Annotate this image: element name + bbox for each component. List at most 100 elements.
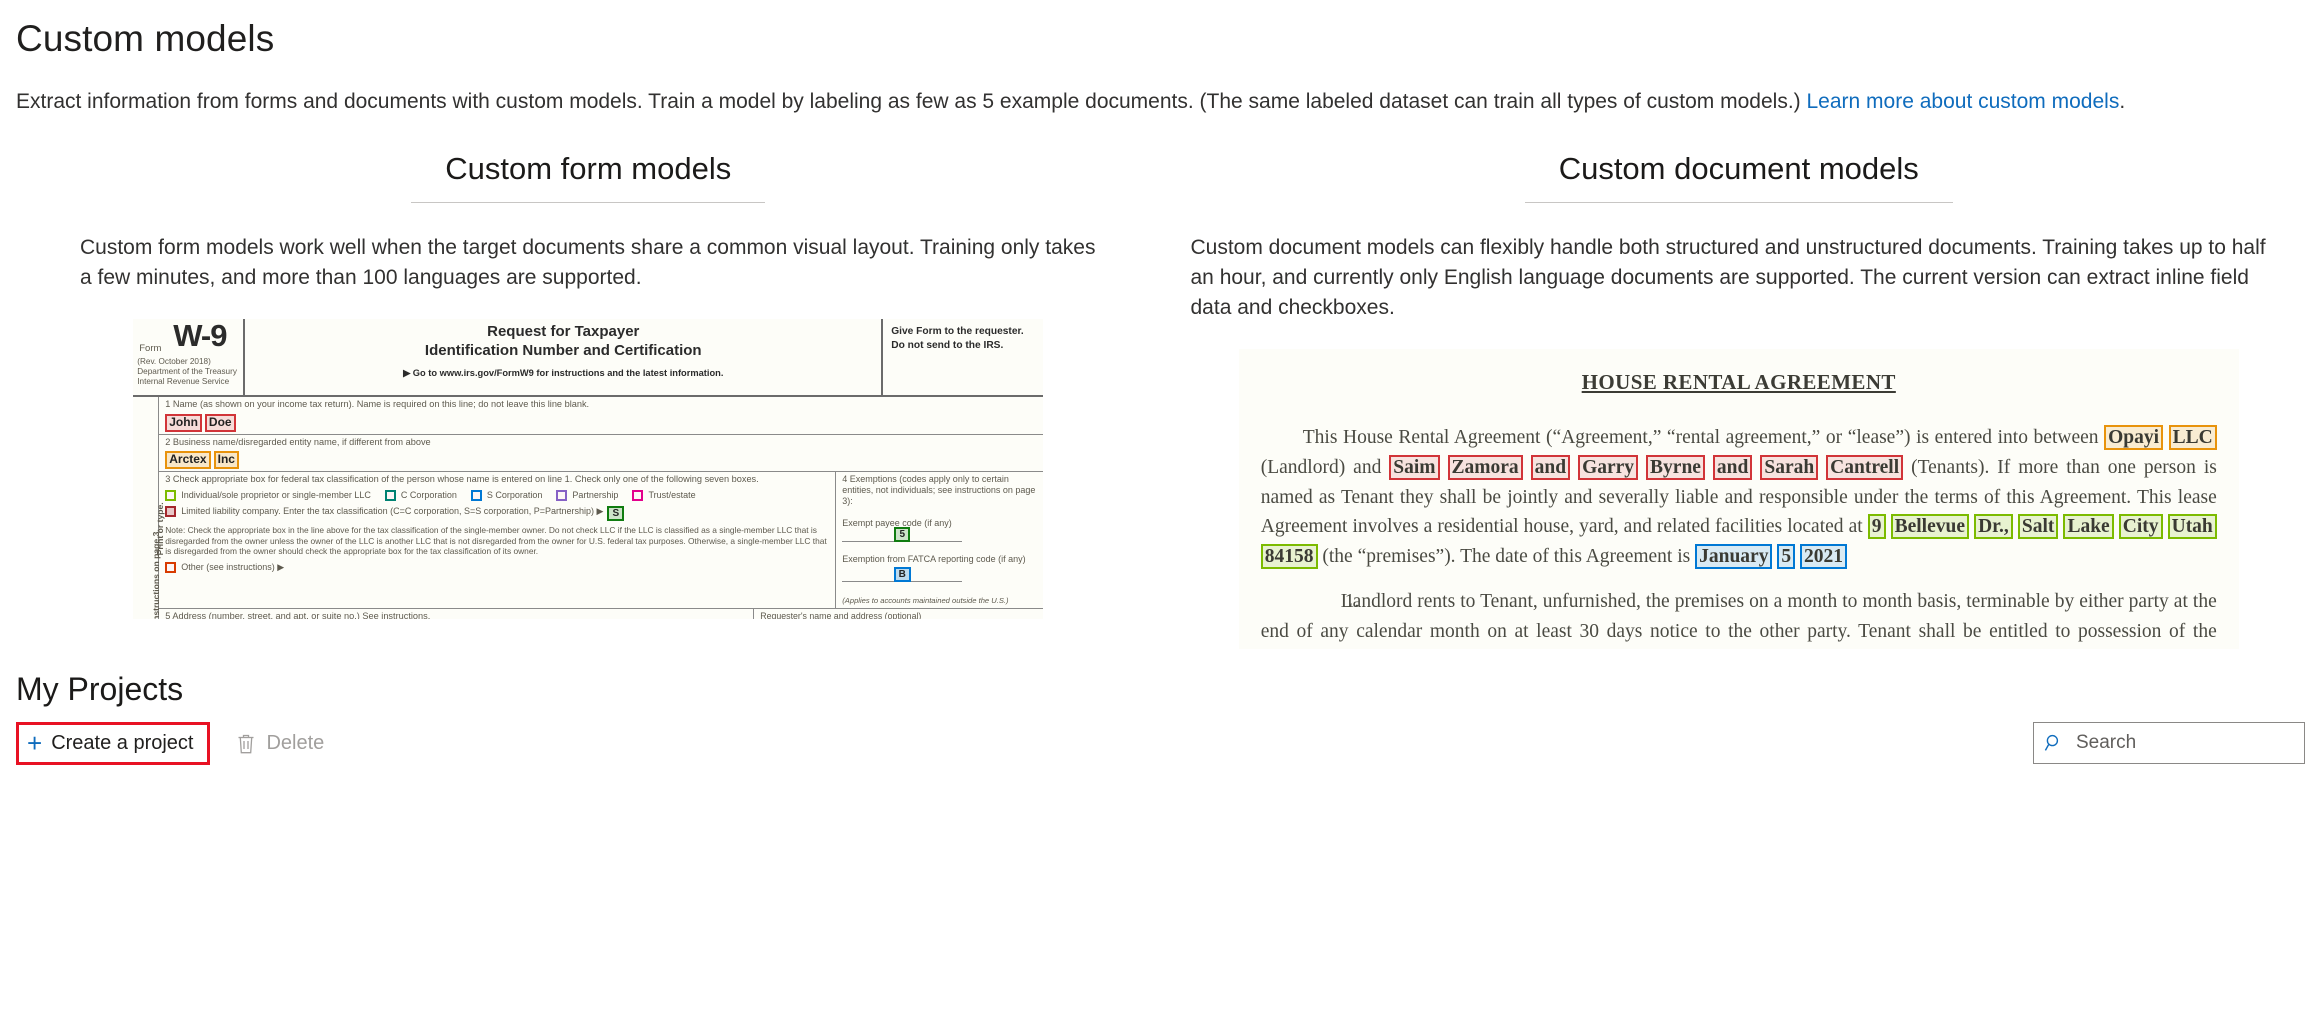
- w9-header-title: Request for Taxpayer Identification Numb…: [243, 319, 884, 396]
- w9-fatca-label: Exemption from FATCA reporting code (if …: [842, 554, 1026, 565]
- w9-header-left: Form W-9 (Rev. October 2018) Department …: [133, 319, 243, 395]
- delete-button[interactable]: Delete: [230, 729, 330, 758]
- checkbox-icon[interactable]: [470, 490, 482, 502]
- rental-field-address-street: Bellevue: [1890, 514, 1969, 540]
- rental-p1-mid1: (Landlord) and: [1260, 456, 1390, 478]
- rental-field-tenant-2-last: Byrne: [1646, 454, 1705, 480]
- page-description-suffix: .: [2119, 90, 2126, 114]
- rental-field-tenant-1-first: Saim: [1389, 454, 1440, 480]
- custom-document-models-column: Custom document models Custom document m…: [1161, 150, 2306, 650]
- create-project-label: Create a project: [51, 731, 194, 754]
- w9-give-form-note: Give Form to the requester. Do not send …: [891, 326, 1024, 351]
- w9-field-last-name: Doe: [204, 413, 236, 432]
- custom-form-models-description: Custom form models work well when the ta…: [80, 236, 1096, 290]
- rental-agreement-document: HOUSE RENTAL AGREEMENT This House Rental…: [1239, 349, 2239, 650]
- delete-label: Delete: [266, 732, 325, 755]
- w9-line-2: 2 Business name/disregarded entity name,…: [159, 435, 1044, 472]
- custom-document-models-heading: Custom document models: [1173, 150, 2306, 204]
- w9-checkbox-individual[interactable]: Individual/sole proprietor or single-mem…: [165, 490, 371, 502]
- w9-checkbox-partnership[interactable]: Partnership: [556, 490, 618, 502]
- w9-line-5: 5 Address (number, street, and apt. or s…: [159, 609, 753, 620]
- rental-field-tenant-1-last: Zamora: [1447, 454, 1523, 480]
- w9-field-llc-code: S: [607, 506, 625, 522]
- checkbox-icon[interactable]: [384, 490, 396, 502]
- checkbox-icon[interactable]: [165, 561, 177, 573]
- custom-form-models-heading-text: Custom form models: [411, 150, 766, 204]
- rental-field-date-month: January: [1695, 543, 1773, 569]
- w9-fatca-row: Exemption from FATCA reporting code (if …: [842, 554, 1037, 583]
- plus-icon: +: [27, 728, 43, 759]
- create-project-button[interactable]: + Create a project: [21, 727, 199, 759]
- w9-goto-line: ▶ Go to www.irs.gov/FormW9 for instructi…: [403, 367, 724, 378]
- rental-field-commence-month: April: [1573, 648, 1626, 650]
- w9-checkbox-c-corp[interactable]: C Corporation: [384, 490, 457, 502]
- w9-checkbox-label-llc: Limited liability company. Enter the tax…: [181, 506, 604, 517]
- w9-checkbox-trust[interactable]: Trust/estate: [632, 490, 696, 502]
- w9-line-3: 3 Check appropriate box for federal tax …: [159, 471, 1044, 609]
- my-projects-title: My Projects: [16, 671, 184, 708]
- rental-field-tenant-3-first: Sarah: [1760, 454, 1819, 480]
- rental-field-date-year: 2021: [1799, 543, 1847, 569]
- search-input[interactable]: [2074, 731, 2294, 756]
- rental-field-date-day: 5: [1777, 543, 1796, 569]
- w9-line-1: 1 Name (as shown on your income tax retu…: [159, 397, 1044, 435]
- w9-checkbox-s-corp[interactable]: S Corporation: [470, 490, 542, 502]
- rental-field-tenant-3-last: Cantrell: [1826, 454, 1904, 480]
- w9-field-business-suffix: Inc: [213, 451, 239, 469]
- rental-p2-text-before: Landlord rents to Tenant, unfurnished, t…: [1260, 591, 2217, 642]
- w9-line4-exemptions: 4 Exemptions (codes apply only to certai…: [835, 471, 1043, 608]
- rental-field-address-zip: 84158: [1260, 543, 1318, 569]
- rental-agreement-title: HOUSE RENTAL AGREEMENT: [1581, 370, 1896, 395]
- w9-requester-section: Requester's name and address (optional) …: [753, 608, 1043, 620]
- checkbox-icon[interactable]: [632, 490, 644, 502]
- checkbox-icon[interactable]: [165, 490, 177, 502]
- w9-checkbox-label-trust: Trust/estate: [648, 490, 696, 501]
- w9-note-text: Note: Check the appropriate box in the l…: [165, 525, 827, 557]
- rental-agreement-paragraph-1: This House Rental Agreement (“Agreement,…: [1260, 423, 2217, 571]
- rental-field-tenant-conj-2: and: [1712, 454, 1753, 480]
- w9-checkbox-row-llc: Limited liability company. Enter the tax…: [165, 506, 829, 522]
- checkbox-icon[interactable]: [165, 506, 177, 518]
- checkbox-icon[interactable]: [556, 490, 568, 502]
- w9-form-preview: Form W-9 (Rev. October 2018) Department …: [133, 319, 1044, 620]
- search-icon: [2044, 733, 2064, 753]
- rental-field-landlord-name: Opayi: [2104, 425, 2164, 451]
- rental-field-tenant-2-first: Garry: [1578, 454, 1639, 480]
- w9-exempt-payee-row: Exempt payee code (if any) 5: [842, 518, 1037, 543]
- w9-line5-label: 5 Address (number, street, and apt. or s…: [165, 610, 431, 620]
- w9-field-exempt-payee-code: 5: [894, 526, 911, 542]
- rental-field-commence-year: 2021: [1668, 648, 1716, 650]
- page-description: Extract information from forms and docum…: [16, 88, 2305, 115]
- w9-address-section: 5 Address (number, street, and apt. or s…: [159, 608, 1043, 620]
- w9-fatca-field: B: [842, 566, 963, 583]
- w9-checkbox-other[interactable]: Other (see instructions) ▶: [165, 561, 284, 573]
- w9-form-label: Form: [139, 343, 162, 355]
- w9-exempt-payee-field: 5: [842, 526, 963, 543]
- w9-title-line1: Request for Taxpayer: [487, 323, 640, 341]
- page-title: Custom models: [16, 18, 275, 59]
- w9-header: Form W-9 (Rev. October 2018) Department …: [133, 319, 1044, 398]
- w9-checkbox-label-c-corp: C Corporation: [400, 490, 457, 501]
- search-box[interactable]: [2033, 722, 2305, 765]
- w9-fatca-note: (Applies to accounts maintained outside …: [842, 596, 1009, 606]
- custom-document-models-description: Custom document models can flexibly hand…: [1190, 236, 2266, 320]
- custom-models-page: Custom models Extract information from f…: [0, 16, 2321, 1028]
- w9-checkbox-llc[interactable]: Limited liability company. Enter the tax…: [165, 506, 625, 522]
- trash-icon: [236, 733, 256, 755]
- page-description-text: Extract information from forms and docum…: [16, 90, 1807, 114]
- rental-agreement-preview: HOUSE RENTAL AGREEMENT This House Rental…: [1238, 349, 2239, 650]
- custom-form-models-column: Custom form models Custom form models wo…: [16, 150, 1161, 620]
- w9-line4-label: 4 Exemptions (codes apply only to certai…: [842, 473, 1036, 507]
- learn-more-link[interactable]: Learn more about custom models: [1807, 90, 2120, 113]
- w9-line1-values: John Doe: [165, 413, 238, 432]
- w9-field-business-name: Arctex: [165, 451, 211, 469]
- rental-field-address-number: 9: [1867, 514, 1886, 540]
- rental-field-address-city-1: Salt: [2017, 514, 2059, 540]
- projects-toolbar: + Create a project Delete: [16, 722, 2305, 766]
- rental-field-address-city-3: City: [2118, 514, 2163, 540]
- models-columns: Custom form models Custom form models wo…: [16, 150, 2305, 650]
- w9-form-number: W-9: [173, 319, 227, 354]
- custom-document-models-heading-text: Custom document models: [1524, 150, 1953, 204]
- w9-revision: (Rev. October 2018): [137, 357, 211, 367]
- rental-field-address-street-type: Dr.,: [1974, 514, 2013, 540]
